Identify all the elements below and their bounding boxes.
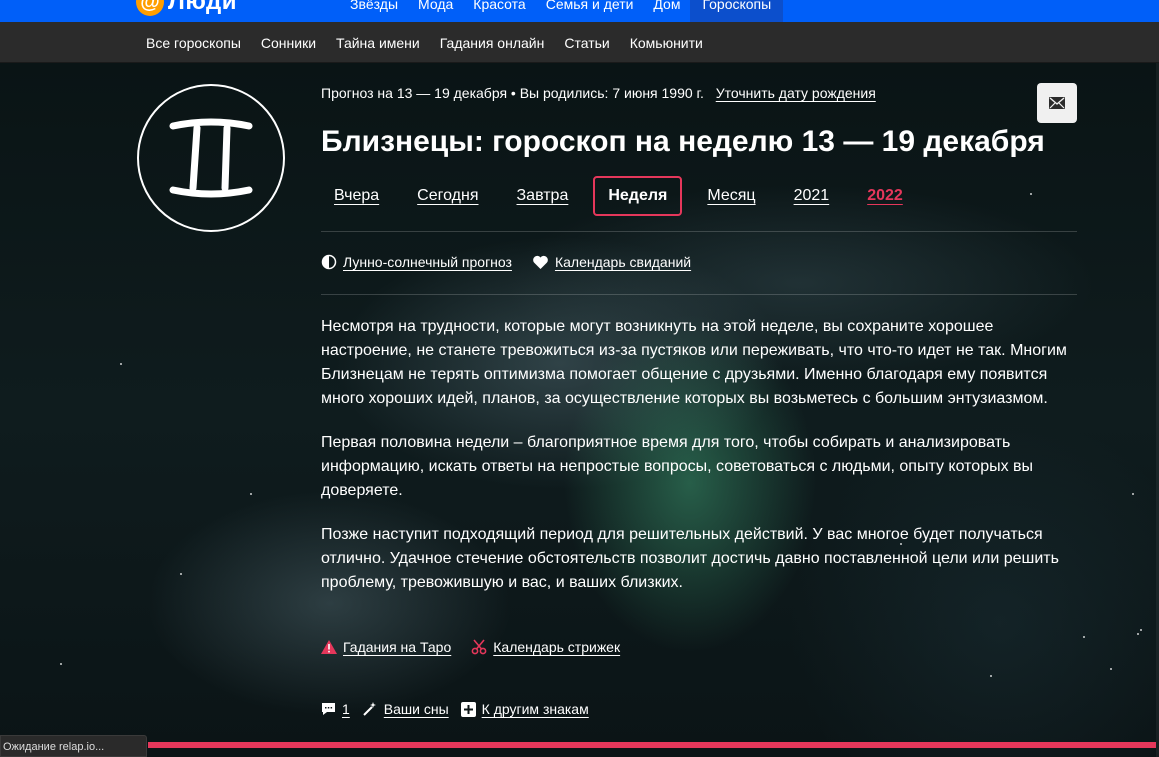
subnav-name-secret[interactable]: Тайна имени [336,35,420,51]
subnav-articles[interactable]: Статьи [564,35,609,51]
horoscope-text: Несмотря на трудности, которые могут воз… [321,315,1081,615]
paragraph: Первая половина недели – благоприятное в… [321,434,1034,499]
tab-yesterday[interactable]: Вчера [321,176,392,216]
quick-links: Лунно-солнечный прогноз Календарь свидан… [321,254,711,270]
lunar-forecast-label: Лунно-солнечный прогноз [343,254,512,270]
top-nav-item-stars[interactable]: Звёзды [340,0,408,22]
top-nav-item-horoscopes[interactable]: Гороскопы [690,0,784,22]
star [250,493,252,495]
scissors-icon [471,639,487,655]
period-tabs: Вчера Сегодня Завтра Неделя Месяц 2021 2… [321,176,928,216]
top-nav-item-beauty[interactable]: Красота [463,0,535,22]
haircut-calendar-link[interactable]: Календарь стрижек [471,639,620,655]
paragraph: Несмотря на трудности, которые могут воз… [321,318,1067,407]
warning-triangle-icon [321,640,337,654]
forecast-meta-text: Прогноз на 13 — 19 декабря • Вы родились… [321,85,704,101]
star [1132,493,1134,495]
tab-week[interactable]: Неделя [593,176,683,216]
subnav-all-horoscopes[interactable]: Все гороскопы [146,35,241,51]
tab-year-2022[interactable]: 2022 [854,176,916,216]
gemini-sign-icon [137,84,285,232]
tab-tomorrow[interactable]: Завтра [504,176,582,216]
tarot-link[interactable]: Гадания на Таро [321,639,451,655]
tab-month[interactable]: Месяц [694,176,768,216]
subscribe-email-button[interactable] [1037,83,1077,123]
article-actions: 1 Ваши сны К другим знакам [321,701,601,717]
subnav-dream-books[interactable]: Сонники [261,35,316,51]
other-signs-label: К другим знакам [481,701,589,717]
browser-status-bar: Ожидание relap.io... [0,735,147,757]
top-nav-item-family[interactable]: Семья и дети [536,0,644,22]
star [60,663,62,665]
lunar-forecast-link[interactable]: Лунно-солнечный прогноз [321,254,512,270]
page-title: Близнецы: гороскоп на неделю 13 — 19 дек… [321,125,1045,158]
dreams-label: Ваши сны [383,701,449,717]
change-birthdate-link[interactable]: Уточнить дату рождения [716,85,876,101]
star [990,675,992,677]
star [1083,636,1085,638]
divider [321,294,1077,295]
subnav-fortune-telling[interactable]: Гадания онлайн [440,35,545,51]
star [120,363,122,365]
related-links: Гадания на Таро Календарь стрижек [321,639,640,655]
star [1030,193,1032,195]
tab-today[interactable]: Сегодня [404,176,491,216]
dating-calendar-label: Календарь свиданий [554,254,692,270]
envelope-icon [1049,97,1065,109]
top-nav-item-home[interactable]: Дом [643,0,690,22]
tab-year-2021[interactable]: 2021 [781,176,843,216]
magic-wand-icon [363,702,376,716]
site-logo[interactable]: @ Люди [136,0,237,16]
plus-square-icon [460,701,476,717]
top-nav-menu: Звёзды Мода Красота Семья и дети Дом Гор… [340,0,784,22]
logo-at-icon: @ [136,0,164,16]
star [180,573,182,575]
forecast-meta: Прогноз на 13 — 19 декабря • Вы родились… [321,85,876,101]
comments-link[interactable]: 1 [321,701,350,717]
paragraph: Позже наступит подходящий период для реш… [321,526,1059,591]
comment-icon [322,703,335,715]
heart-icon [533,255,548,269]
dreams-link[interactable]: Ваши сны [362,701,449,717]
top-nav-item-fashion[interactable]: Мода [408,0,463,22]
other-signs-link[interactable]: К другим знакам [460,701,589,717]
star [1110,668,1112,670]
star [1137,633,1139,635]
haircut-calendar-label: Календарь стрижек [493,639,621,655]
section-navigation: Все гороскопы Сонники Тайна имени Гадани… [0,22,1159,63]
subnav-community[interactable]: Комьюнити [630,35,703,51]
moon-half-icon [321,254,337,270]
tarot-label: Гадания на Таро [343,639,452,655]
bottom-accent-bar [148,742,1156,748]
logo-text: Люди [168,0,238,15]
top-navigation-bar: @ Люди Звёзды Мода Красота Семья и дети … [0,0,1159,22]
comments-count: 1 [342,701,350,717]
dating-calendar-link[interactable]: Календарь свиданий [532,254,691,270]
star [1140,629,1142,631]
divider [321,231,1077,232]
